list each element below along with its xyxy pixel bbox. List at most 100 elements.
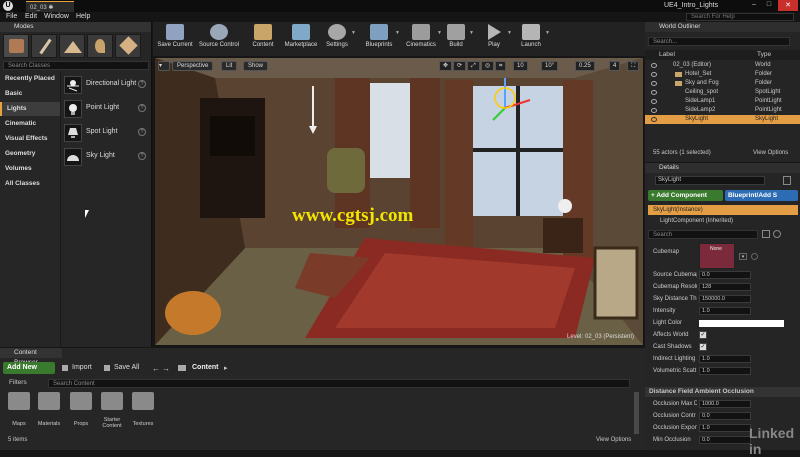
outliner-row-selected[interactable]: SkyLight SkyLight — [645, 115, 800, 124]
directional-light-item[interactable]: Directional Light ? — [62, 74, 150, 96]
outliner-row[interactable]: Ceiling_spot SpotLight — [645, 88, 800, 97]
menu-help[interactable]: Help — [76, 13, 90, 20]
visibility-eye-icon[interactable] — [651, 63, 657, 68]
prop-value-field[interactable]: 150000.0 — [699, 295, 751, 303]
dfao-section-header[interactable]: Distance Field Ambient Occlusion — [645, 387, 800, 397]
blueprints-button[interactable]: Blueprints ▼ — [357, 24, 401, 54]
scale-tool-icon[interactable]: ⤢ — [467, 61, 480, 71]
column-type[interactable]: Type — [757, 50, 771, 60]
save-current-button[interactable]: Save Current — [153, 24, 197, 54]
help-search-input[interactable]: Search For Help — [686, 13, 794, 21]
world-local-icon[interactable]: ◎ — [481, 61, 495, 71]
details-tab[interactable]: Details — [645, 163, 800, 173]
menu-file[interactable]: File — [6, 13, 17, 20]
outliner-view-options[interactable]: View Options — [753, 150, 788, 156]
prop-value-field[interactable]: 0.0 — [699, 436, 751, 444]
play-button[interactable]: Play ▼ — [475, 24, 513, 54]
forward-arrow-icon[interactable]: → — [162, 364, 170, 373]
help-icon[interactable]: ? — [138, 128, 146, 136]
content-view-options[interactable]: View Options — [596, 437, 631, 443]
lock-icon[interactable] — [783, 176, 791, 185]
outliner-row[interactable]: Hotel_Set Folder — [645, 70, 800, 79]
scale-snap-value[interactable]: 0.25 — [575, 61, 595, 71]
grid-snap-value[interactable]: 10 — [513, 61, 528, 71]
folder-icon[interactable] — [132, 392, 154, 410]
outliner-row[interactable]: 02_03 (Editor) World — [645, 61, 800, 70]
category-cinematic[interactable]: Cinematic — [0, 117, 60, 131]
filters-button[interactable]: Filters — [3, 378, 45, 388]
visibility-eye-icon[interactable] — [651, 108, 657, 113]
folder-icon[interactable] — [38, 392, 60, 410]
folder-icon[interactable] — [101, 392, 123, 410]
column-label[interactable]: Label — [659, 50, 675, 60]
rotation-snap-value[interactable]: 10° — [541, 61, 559, 71]
prop-value-field[interactable]: 1.0 — [699, 307, 751, 315]
sky-light-item[interactable]: Sky Light ? — [62, 146, 150, 168]
menu-window[interactable]: Window — [44, 13, 69, 20]
folder-icon[interactable] — [8, 392, 30, 410]
paint-mode-button[interactable] — [31, 34, 57, 58]
outliner-search-input[interactable]: Search... — [648, 37, 790, 46]
light-color-swatch[interactable] — [699, 320, 784, 327]
cast-shadows-checkbox[interactable]: ✓ — [699, 343, 707, 351]
visibility-eye-icon[interactable] — [651, 99, 657, 104]
viewport-options-button[interactable]: ▾ — [158, 61, 170, 71]
landscape-mode-button[interactable] — [59, 34, 85, 58]
category-geometry[interactable]: Geometry — [0, 147, 60, 161]
actor-name-field[interactable]: SkyLight — [655, 176, 765, 185]
prop-value-field[interactable]: 0.0 — [699, 271, 751, 279]
cubemap-thumbnail[interactable]: None — [699, 243, 735, 269]
perspective-button[interactable]: Perspective — [172, 61, 214, 71]
outliner-tab[interactable]: World Outliner — [645, 22, 800, 32]
add-component-button[interactable]: + Add Component — [648, 190, 723, 201]
prop-value-field[interactable]: 1.0 — [699, 355, 751, 363]
details-view-grid-icon[interactable] — [762, 230, 770, 238]
lit-button[interactable]: Lit — [221, 61, 238, 71]
build-button[interactable]: Build ▼ — [437, 24, 475, 54]
maximize-viewport-icon[interactable]: ⛶ — [627, 61, 640, 71]
foliage-mode-button[interactable] — [87, 34, 113, 58]
settings-button[interactable]: Settings ▼ — [317, 24, 357, 54]
details-eye-icon[interactable] — [773, 230, 781, 238]
visibility-eye-icon[interactable] — [651, 117, 657, 122]
category-all-classes[interactable]: All Classes — [0, 177, 60, 191]
visibility-eye-icon[interactable] — [651, 72, 657, 77]
place-mode-button[interactable] — [3, 34, 29, 58]
geometry-mode-button[interactable] — [115, 34, 141, 58]
source-control-button[interactable]: Source Control — [197, 24, 241, 54]
light-component-row[interactable]: LightComponent (Inherited) — [648, 216, 798, 226]
category-visual-effects[interactable]: Visual Effects — [0, 132, 60, 146]
dropdown-icon[interactable]: ▾ — [739, 253, 747, 260]
content-browser-tab[interactable]: Content Browser — [0, 348, 62, 366]
category-volumes[interactable]: Volumes — [0, 162, 60, 176]
point-light-item[interactable]: Point Light ? — [62, 98, 150, 120]
help-icon[interactable]: ? — [138, 152, 146, 160]
affects-world-checkbox[interactable]: ✓ — [699, 331, 707, 339]
visibility-eye-icon[interactable] — [651, 81, 657, 86]
details-search-input[interactable]: Search — [648, 230, 758, 239]
prop-value-field[interactable]: 1000.0 — [699, 400, 751, 408]
outliner-row[interactable]: SideLamp1 PointLight — [645, 97, 800, 106]
category-basic[interactable]: Basic — [0, 87, 60, 101]
help-icon[interactable]: ? — [138, 80, 146, 88]
surface-snap-icon[interactable]: ⌗ — [495, 61, 507, 71]
import-button[interactable]: Import — [62, 362, 100, 374]
help-icon[interactable]: ? — [138, 104, 146, 112]
blueprint-add-script-button[interactable]: Blueprint/Add S — [725, 190, 798, 201]
category-lights[interactable]: Lights — [0, 102, 60, 116]
close-button[interactable]: ✕ — [778, 0, 798, 11]
launch-button[interactable]: Launch ▼ — [511, 24, 551, 54]
modes-tab[interactable]: Modes — [0, 22, 151, 32]
maximize-button[interactable]: □ — [762, 1, 776, 10]
content-button[interactable]: Content — [245, 24, 281, 54]
spot-light-item[interactable]: Spot Light ? — [62, 122, 150, 144]
back-arrow-icon[interactable]: ← — [152, 364, 160, 373]
content-scrollbar[interactable] — [634, 392, 639, 434]
prop-value-field[interactable]: 0.0 — [699, 412, 751, 420]
menu-edit[interactable]: Edit — [25, 13, 37, 20]
content-search-input[interactable]: Search Content — [48, 379, 630, 388]
prop-value-field[interactable]: 1.0 — [699, 424, 751, 432]
level-tab[interactable]: 02_03 ✱ — [26, 1, 74, 12]
add-new-button[interactable]: Add New — [3, 362, 55, 374]
modes-search-input[interactable]: Search Classes — [3, 61, 149, 70]
